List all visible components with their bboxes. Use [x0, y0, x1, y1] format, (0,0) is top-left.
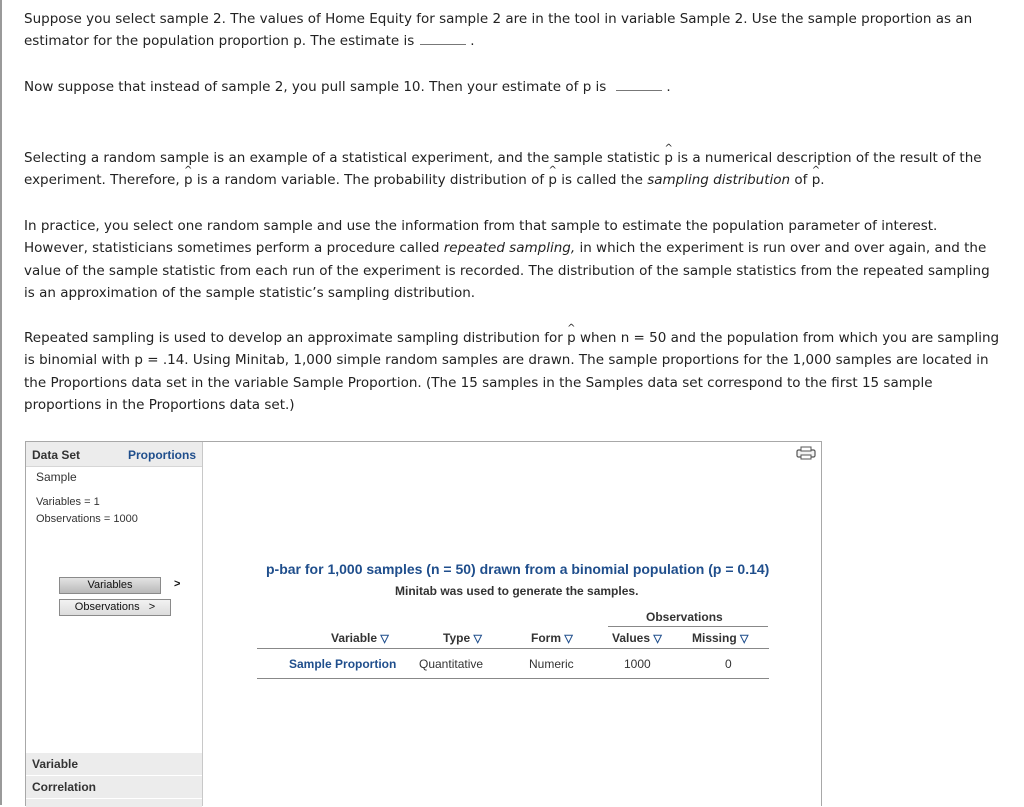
question-1-text: Suppose you select sample 2. The values …	[24, 11, 973, 50]
table-cell-type: Quantitative	[419, 657, 484, 671]
table-cell-values: 1000	[624, 657, 651, 671]
p-hat-symbol: p	[664, 138, 673, 169]
sidebar-item-variable[interactable]: Variable	[26, 752, 202, 775]
sort-icon[interactable]: ▽	[653, 633, 661, 645]
observations-count: Observations = 1000	[36, 513, 138, 525]
observations-group-header: Observations	[646, 610, 723, 624]
sort-icon[interactable]: ▽	[473, 633, 481, 645]
column-header-values[interactable]: Values ▽	[612, 631, 662, 645]
paragraph-sampling-distribution: Selecting a random sample is an example …	[24, 138, 1004, 192]
p-hat-symbol: p	[567, 318, 576, 349]
dataset-selector[interactable]: Proportions	[128, 448, 196, 462]
variables-count: Variables = 1	[36, 496, 100, 508]
p-hat-symbol: p	[184, 160, 193, 191]
sample-label: Sample	[36, 470, 77, 484]
table-cell-missing: 0	[725, 657, 732, 671]
variables-chevron-icon[interactable]: >	[174, 578, 180, 590]
paragraph-repeated-sampling: In practice, you select one random sampl…	[24, 218, 990, 301]
paragraph-binomial-setup: Repeated sampling is used to develop an …	[24, 318, 1004, 416]
p-hat-symbol: p	[812, 160, 821, 191]
table-cell-form: Numeric	[529, 657, 574, 671]
observations-chevron-icon: >	[148, 601, 156, 613]
question-1: Suppose you select sample 2. The values …	[24, 11, 973, 50]
dataset-title: p-bar for 1,000 samples (n = 50) drawn f…	[266, 561, 770, 577]
column-header-form[interactable]: Form ▽	[531, 631, 573, 645]
data-tool-panel: Data Set Proportions Sample Variables = …	[25, 441, 822, 807]
answer-blank-2[interactable]	[616, 76, 663, 91]
answer-blank-1[interactable]	[420, 30, 467, 46]
print-icon[interactable]	[796, 446, 816, 460]
column-header-missing[interactable]: Missing ▽	[692, 631, 748, 645]
sort-icon[interactable]: ▽	[380, 633, 388, 645]
column-header-type[interactable]: Type ▽	[443, 631, 482, 645]
dataset-header[interactable]: Data Set Proportions	[26, 442, 202, 467]
dataset-subtitle: Minitab was used to generate the samples…	[395, 584, 639, 598]
question-2-text: Now suppose that instead of sample 2, yo…	[24, 79, 607, 95]
variables-button[interactable]: Variables	[59, 577, 161, 594]
observations-button[interactable]: Observations >	[59, 599, 171, 616]
question-2: Now suppose that instead of sample 2, yo…	[24, 76, 1004, 98]
left-border	[0, 0, 2, 805]
column-header-variable[interactable]: Variable ▽	[331, 631, 389, 645]
p-hat-symbol: p	[548, 160, 557, 191]
sidebar-item-correlation[interactable]: Correlation	[26, 775, 202, 798]
dataset-label: Data Set	[32, 448, 81, 462]
sidebar-item-more[interactable]	[26, 798, 202, 807]
sort-icon[interactable]: ▽	[564, 633, 572, 645]
dataset-sidebar: Data Set Proportions Sample Variables = …	[26, 442, 203, 807]
sort-icon[interactable]: ▽	[740, 633, 748, 645]
table-row-variable-link[interactable]: Sample Proportion	[289, 657, 396, 671]
